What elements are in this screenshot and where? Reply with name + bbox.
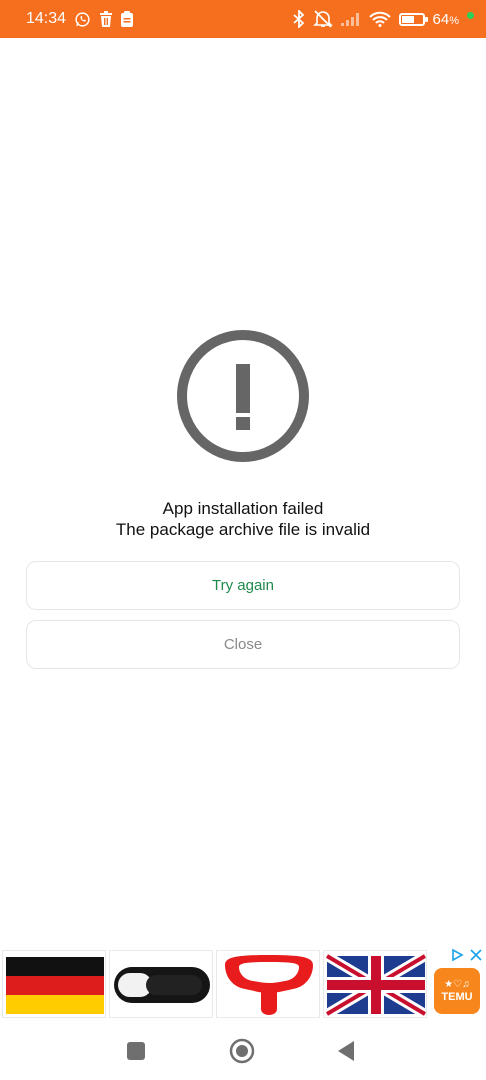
battery-icon — [398, 12, 428, 26]
ad-close-icon[interactable] — [470, 948, 482, 967]
trash-icon — [99, 11, 113, 27]
ad-item-webcam-cover[interactable] — [109, 950, 213, 1018]
clipboard-icon — [121, 11, 134, 27]
ad-item-uk-flag[interactable] — [323, 950, 427, 1018]
temu-logo[interactable]: ★♡♫ TEMU — [434, 968, 480, 1014]
error-subtitle: The package archive file is invalid — [115, 520, 371, 539]
try-again-button[interactable]: Try again — [26, 561, 460, 610]
wifi-icon — [368, 11, 391, 27]
navigation-bar — [0, 1024, 486, 1080]
signal-icon — [340, 12, 361, 26]
clock: 14:34 — [26, 10, 67, 27]
alert-circle-icon — [177, 330, 309, 462]
temu-logo-text: TEMU — [441, 990, 473, 1003]
whatsapp-icon — [74, 11, 91, 28]
adchoices-icon[interactable] — [450, 948, 464, 967]
ad-item-vr-face-cushion[interactable] — [216, 950, 320, 1018]
error-title: App installation failed — [162, 499, 324, 518]
ad-item-germany-flag[interactable] — [2, 950, 106, 1018]
close-button[interactable]: Close — [26, 620, 460, 669]
ad-banner[interactable]: ★♡♫ TEMU — [0, 946, 486, 1020]
home-icon[interactable] — [229, 1038, 255, 1069]
battery-percent: 64% — [432, 10, 459, 28]
bluetooth-icon — [292, 10, 305, 28]
status-bar: 14:34 64% — [0, 0, 486, 38]
error-message: App installation failed The package arch… — [0, 498, 486, 540]
mute-icon — [312, 10, 333, 28]
privacy-indicator-dot — [467, 11, 474, 19]
back-icon[interactable] — [336, 1040, 356, 1067]
recents-icon[interactable] — [127, 1042, 145, 1060]
